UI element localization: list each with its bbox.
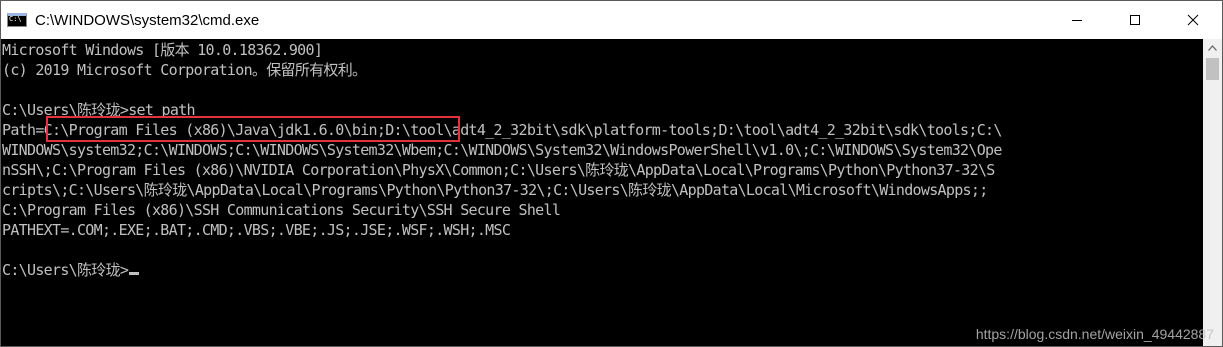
close-icon bbox=[1187, 14, 1199, 26]
console-line: nSSH\;C:\Program Files (x86)\NVIDIA Corp… bbox=[2, 161, 995, 179]
text-cursor bbox=[129, 272, 140, 275]
console-line: (c) 2019 Microsoft Corporation。保留所有权利。 bbox=[2, 61, 367, 79]
console-output[interactable]: Microsoft Windows [版本 10.0.18362.900] (c… bbox=[1, 39, 1205, 346]
cmd-icon[interactable] bbox=[7, 13, 27, 27]
caption-buttons bbox=[1048, 1, 1222, 39]
scroll-up-button[interactable] bbox=[1203, 39, 1222, 56]
window-title: C:\WINDOWS\system32\cmd.exe bbox=[35, 11, 260, 29]
console-line: C:\Users\陈玲珑>set path bbox=[2, 101, 196, 119]
prompt-line: C:\Users\陈玲珑> bbox=[2, 260, 1205, 280]
minimize-button[interactable] bbox=[1048, 1, 1106, 39]
maximize-button[interactable] bbox=[1106, 1, 1164, 39]
prompt-text: C:\Users\陈玲珑> bbox=[2, 261, 129, 279]
console-line: Path=C:\Program Files (x86)\Java\jdk1.6.… bbox=[2, 121, 1002, 139]
console-line: PATHEXT=.COM;.EXE;.BAT;.CMD;.VBS;.VBE;.J… bbox=[2, 221, 511, 239]
close-button[interactable] bbox=[1164, 1, 1222, 39]
chevron-up-icon bbox=[1208, 44, 1217, 51]
scroll-thumb[interactable] bbox=[1206, 58, 1219, 80]
minimize-icon bbox=[1072, 20, 1082, 21]
cmd-window: C:\WINDOWS\system32\cmd.exe Microsoft W bbox=[0, 0, 1223, 347]
title-bar[interactable]: C:\WINDOWS\system32\cmd.exe bbox=[1, 1, 1222, 39]
console-line: cripts\;C:\Users\陈玲珑\AppData\Local\Progr… bbox=[2, 181, 988, 199]
console-line: WINDOWS\system32;C:\WINDOWS;C:\WINDOWS\S… bbox=[2, 141, 1002, 159]
console-line: Microsoft Windows [版本 10.0.18362.900] bbox=[2, 41, 323, 59]
maximize-icon bbox=[1130, 15, 1140, 25]
vertical-scrollbar[interactable] bbox=[1203, 39, 1222, 346]
watermark-text: https://blog.csdn.net/weixin_49442887 bbox=[975, 326, 1214, 342]
console-line: C:\Program Files (x86)\SSH Communication… bbox=[2, 201, 561, 219]
